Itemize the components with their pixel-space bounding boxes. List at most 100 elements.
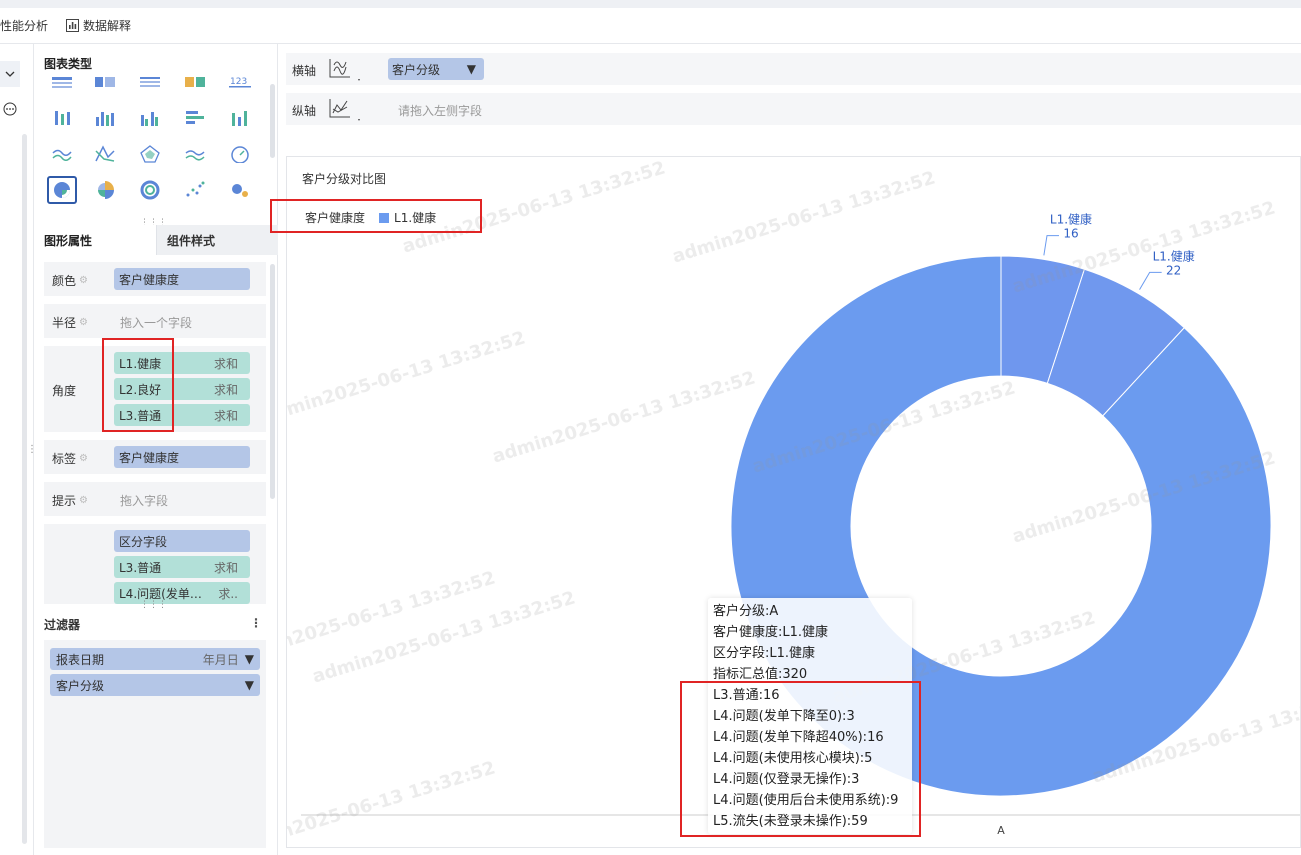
field-name: L3.普通 — [119, 408, 162, 423]
y-axis-label: 纵轴 — [292, 104, 317, 118]
grouped-column-icon[interactable] — [135, 104, 165, 132]
slice-label-name: L1.健康 — [1153, 248, 1195, 263]
tooltip-line: 客户健康度:L1.健康 — [713, 625, 829, 640]
kpi-card-icon[interactable] — [180, 72, 210, 96]
stacked-column-icon[interactable] — [225, 104, 255, 132]
cross-table-icon[interactable] — [90, 72, 120, 96]
radius-label-text: 半径 — [52, 316, 77, 330]
tag-label: 标签 ⚙ — [52, 450, 88, 467]
y-axis-type-icon[interactable] — [328, 97, 362, 126]
field-agg: 求.. — [218, 586, 238, 601]
y-axis-drop-zone[interactable]: 请拖入左侧字段 — [398, 102, 482, 119]
grouped-scatter-icon[interactable] — [47, 104, 77, 132]
gear-icon[interactable]: ⚙ — [79, 453, 88, 464]
tooltip-line: L4.问题(发单下降超40%):16 — [713, 730, 884, 745]
filter-funnel-icon[interactable]: ▼ — [245, 678, 254, 692]
number-chart-icon[interactable]: 123 — [225, 72, 255, 96]
resize-handle-icon[interactable]: ⋮⋮⋮ — [140, 600, 167, 610]
angle-field-pill[interactable]: L1.健康 求和 — [114, 352, 250, 374]
gear-icon[interactable]: ⚙ — [79, 495, 88, 506]
left-rail: ⋮⋮ — [0, 44, 47, 855]
field-name: L3.普通 — [119, 560, 162, 575]
bubble-chart-icon[interactable] — [225, 176, 255, 204]
angle-field-pill[interactable]: L2.良好 求和 — [114, 378, 250, 400]
field-agg: 求和 — [213, 356, 238, 371]
config-panel: 图表类型 123 ⋮⋮⋮ 图形属性 组件样式 颜色 ⚙ 客户健康度 半径 ⚙ 拖… — [34, 44, 278, 855]
gear-icon[interactable]: ⚙ — [79, 317, 88, 328]
hint-drop-zone[interactable]: 拖入字段 — [120, 492, 168, 509]
radius-drop-zone[interactable]: 拖入一个字段 — [120, 314, 192, 331]
props-scrollbar[interactable] — [270, 264, 275, 499]
line-chart-icon[interactable] — [47, 140, 77, 168]
angle-field-pill[interactable]: L3.普通 求和 — [114, 404, 250, 426]
multi-line-icon[interactable] — [90, 140, 120, 168]
color-field-pill[interactable]: 客户健康度 — [114, 268, 250, 290]
chart-types-title: 图表类型 — [44, 57, 93, 71]
filter-item[interactable]: 客户分级 ▼ — [50, 674, 260, 696]
perf-analysis-button[interactable]: 性能分析 — [0, 17, 48, 34]
color-label: 颜色 ⚙ — [52, 272, 88, 289]
bar-chart-icon — [66, 19, 80, 32]
slice-label: L1.健康22 — [1139, 248, 1195, 290]
gear-icon[interactable]: ⚙ — [79, 275, 88, 286]
y-axis-row: 纵轴 请拖入左侧字段 — [286, 93, 1301, 125]
tag-row: 标签 ⚙ 客户健康度 — [44, 440, 266, 474]
bar-chart-icon[interactable] — [180, 104, 210, 132]
filter-header: 过滤器 ⋮ — [44, 616, 266, 633]
x-axis-field-pill[interactable]: 客户分级 ▼ — [388, 58, 484, 80]
field-agg: 求和 — [213, 382, 238, 397]
more-vertical-icon[interactable]: ⋮ — [250, 616, 262, 630]
filter-funnel-icon[interactable]: ▼ — [245, 652, 254, 666]
extra-field-pill[interactable]: L4.问题(发单… 求.. — [114, 582, 250, 604]
x-axis-type-icon[interactable] — [328, 57, 362, 86]
field-agg: 求和 — [213, 408, 238, 423]
angle-row: 角度 L1.健康 求和 L2.良好 求和 L3.普通 求和 — [44, 346, 266, 432]
tag-field-pill[interactable]: 客户健康度 — [114, 446, 250, 468]
top-strip — [0, 0, 1301, 8]
chevron-down-icon — [5, 71, 15, 77]
hint-label: 提示 ⚙ — [52, 492, 88, 509]
slice-label-value: 22 — [1166, 263, 1181, 277]
rail-scrollbar[interactable] — [22, 134, 27, 844]
collapse-button[interactable] — [0, 61, 20, 87]
field-name: L2.良好 — [119, 382, 162, 397]
extra-field-pill[interactable]: L3.普通 求和 — [114, 556, 250, 578]
tooltip-line: L4.问题(使用后台未使用系统):9 — [713, 793, 899, 808]
field-name: L4.问题(发单… — [119, 586, 202, 601]
tab-component-style[interactable]: 组件样式 — [156, 225, 278, 255]
rose-chart-icon[interactable] — [90, 176, 120, 204]
detail-table-icon[interactable] — [135, 72, 165, 96]
slice-label: L1.健康16 — [1043, 212, 1092, 256]
radar-chart-icon[interactable] — [135, 140, 165, 168]
chart-grid-scrollbar[interactable] — [270, 84, 275, 158]
radius-row: 半径 ⚙ 拖入一个字段 — [44, 304, 266, 338]
more-circle-icon — [3, 102, 17, 116]
extra-fields-row: 区分字段 L3.普通 求和 L4.问题(发单… 求.. — [44, 524, 266, 604]
tooltip-line: 区分字段:L1.健康 — [713, 646, 816, 661]
hint-label-text: 提示 — [52, 494, 77, 508]
extra-field-pill[interactable]: 区分字段 — [114, 530, 250, 552]
top-toolbar: 性能分析 数据解释 — [0, 8, 1301, 44]
pie-chart-icon[interactable] — [47, 176, 77, 204]
color-label-text: 颜色 — [52, 274, 77, 288]
filter-title: 过滤器 — [44, 618, 81, 632]
table-chart-icon[interactable] — [47, 72, 77, 96]
more-button[interactable] — [0, 96, 20, 122]
column-chart-icon[interactable] — [90, 104, 120, 132]
data-explain-button[interactable]: 数据解释 — [66, 17, 131, 34]
svg-text:123: 123 — [230, 77, 247, 87]
filter-item[interactable]: 报表日期 年月日 ▼ — [50, 648, 260, 670]
filter-name: 客户分级 — [56, 678, 105, 693]
area-chart-icon[interactable] — [180, 140, 210, 168]
hint-row: 提示 ⚙ 拖入字段 — [44, 482, 266, 516]
data-explain-label: 数据解释 — [83, 19, 132, 33]
tooltip-line: L3.普通:16 — [713, 688, 780, 703]
x-tick-label: A — [997, 824, 1005, 837]
scatter-chart-icon[interactable] — [180, 176, 210, 204]
donut-chart-icon[interactable] — [135, 176, 165, 204]
gauge-chart-icon[interactable] — [225, 140, 255, 168]
filter-funnel-icon[interactable]: ▼ — [467, 62, 476, 76]
filter-area: 报表日期 年月日 ▼ 客户分级 ▼ — [44, 640, 266, 848]
tab-graphic-props[interactable]: 图形属性 — [34, 225, 156, 255]
x-axis-field: 客户分级 — [392, 62, 441, 77]
